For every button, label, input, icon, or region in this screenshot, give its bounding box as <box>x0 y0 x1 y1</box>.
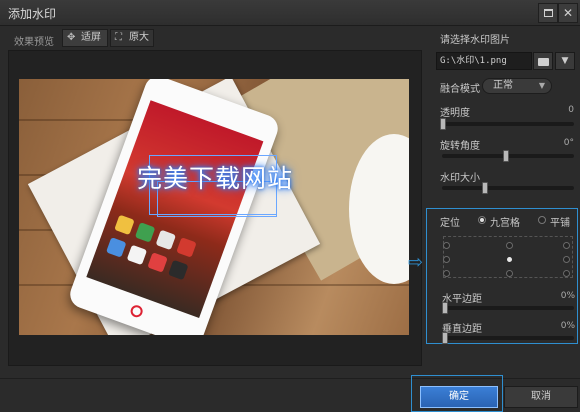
tile-option-label: 平铺 <box>550 218 570 229</box>
blend-mode-select[interactable]: 正常 ▼ <box>482 78 552 94</box>
v-margin-label: 垂直边距 <box>442 324 482 335</box>
blend-mode-value: 正常 <box>493 80 513 91</box>
cancel-button[interactable]: 取消 <box>504 386 578 408</box>
opacity-label: 透明度 <box>440 108 470 119</box>
size-slider[interactable] <box>442 186 574 190</box>
grid-option-label: 九宫格 <box>490 218 520 229</box>
choose-image-label: 请选择水印图片 <box>440 35 510 46</box>
anchor-middle-right[interactable] <box>563 256 570 263</box>
window-title: 添加水印 <box>8 7 57 21</box>
tile-radio[interactable] <box>538 216 546 224</box>
v-margin-slider-thumb[interactable] <box>442 332 448 344</box>
image-path-field[interactable]: G:\水印\1.png <box>436 52 532 70</box>
maximize-icon <box>543 9 553 17</box>
opacity-slider-thumb[interactable] <box>440 118 446 130</box>
v-margin-slider[interactable] <box>444 336 574 340</box>
anchor-bottom-center[interactable] <box>506 270 513 277</box>
anchor-bottom-left[interactable] <box>443 270 450 277</box>
h-margin-slider[interactable] <box>444 306 574 310</box>
maximize-button[interactable] <box>538 3 558 23</box>
watermark-text[interactable]: 完美下载网站 <box>137 159 327 195</box>
rotation-label: 旋转角度 <box>440 141 480 152</box>
grid-radio[interactable] <box>478 216 486 224</box>
close-icon: ✕ <box>562 6 574 20</box>
rotation-slider-thumb[interactable] <box>503 150 509 162</box>
anchor-top-right[interactable] <box>563 242 570 249</box>
fit-screen-label: 适屏 <box>81 32 101 43</box>
v-margin-value: 0% <box>560 321 575 331</box>
h-margin-slider-thumb[interactable] <box>442 302 448 314</box>
position-label: 定位 <box>440 218 460 229</box>
blend-mode-label: 融合模式 <box>440 84 480 95</box>
arrow-right-icon: ⇨ <box>408 252 424 273</box>
browse-folder-button[interactable] <box>533 52 553 70</box>
h-margin-label: 水平边距 <box>442 294 482 305</box>
ok-button[interactable]: 确定 <box>420 386 498 408</box>
opacity-slider[interactable] <box>442 122 574 126</box>
anchor-top-left[interactable] <box>443 242 450 249</box>
chevron-down-icon: ▼ <box>561 56 569 66</box>
anchor-center[interactable] <box>507 257 512 262</box>
size-label: 水印大小 <box>440 173 480 184</box>
preview-label: 效果预览 <box>14 37 54 48</box>
size-slider-thumb[interactable] <box>481 182 488 194</box>
original-size-button[interactable]: ⛶ 原大 <box>110 29 154 47</box>
h-margin-value: 0% <box>560 291 575 301</box>
anchor-middle-left[interactable] <box>443 256 450 263</box>
anchor-bottom-right[interactable] <box>563 270 570 277</box>
history-dropdown-button[interactable]: ▼ <box>555 52 575 70</box>
original-size-label: 原大 <box>129 32 149 43</box>
opacity-value: 0 <box>568 105 574 115</box>
fit-screen-icon: ✥ <box>67 32 76 43</box>
close-button[interactable]: ✕ <box>558 3 578 23</box>
title-bar: 添加水印 ✕ <box>0 0 580 26</box>
fit-screen-button[interactable]: ✥ 适屏 <box>62 29 108 47</box>
preview-frame: 完美下载网站 <box>8 50 422 366</box>
folder-icon <box>538 58 549 66</box>
original-size-icon: ⛶ <box>115 32 122 43</box>
rotation-value: 0° <box>563 138 574 148</box>
anchor-top-center[interactable] <box>506 242 513 249</box>
preview-panel: 效果预览 ✥ 适屏 ⛶ 原大 完美下载网站 <box>6 28 422 368</box>
chevron-down-icon: ▼ <box>538 81 545 90</box>
